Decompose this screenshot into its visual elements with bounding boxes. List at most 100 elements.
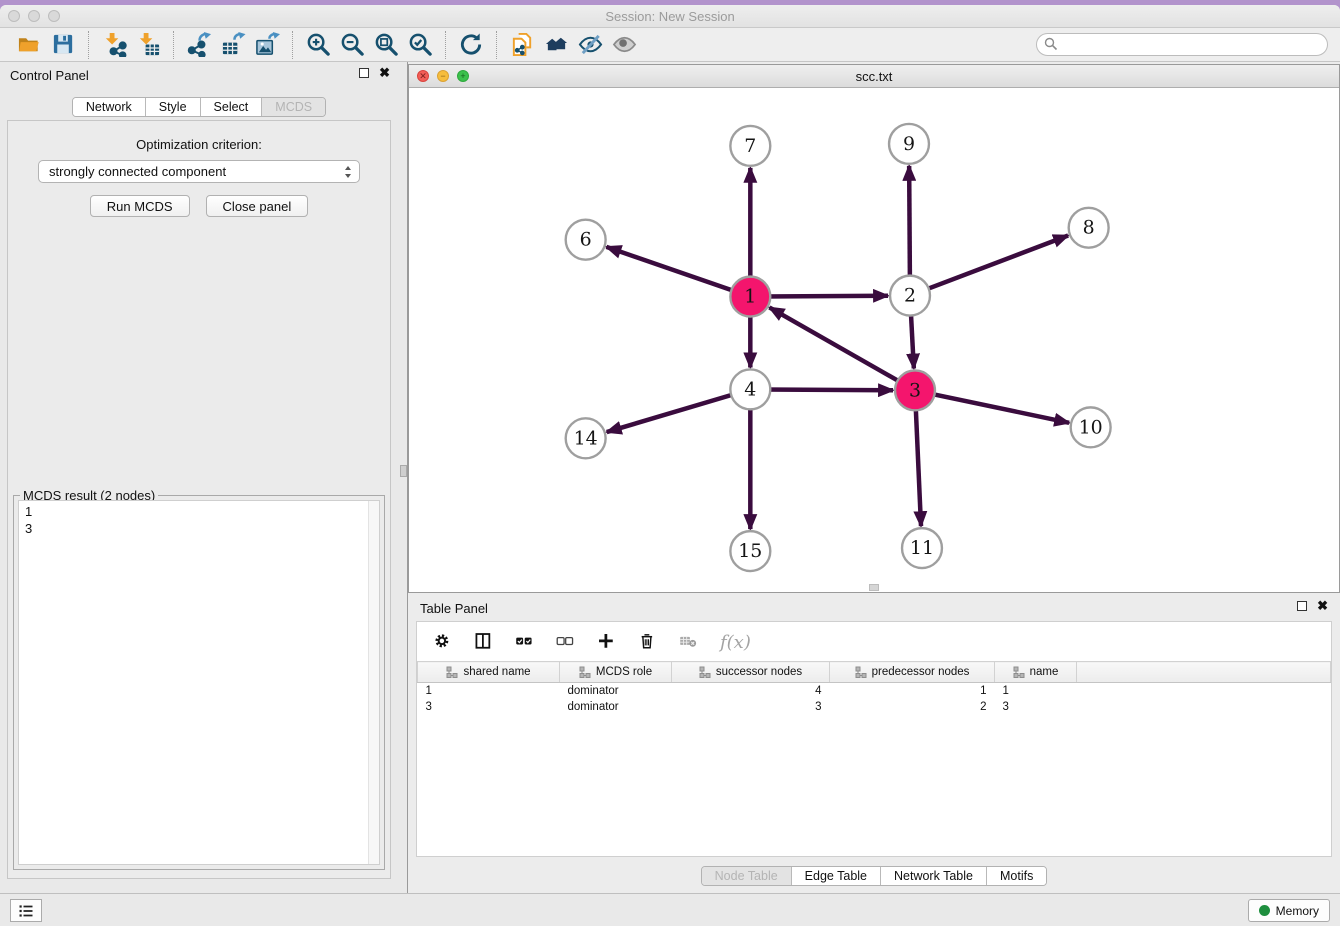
refresh-button[interactable] bbox=[454, 30, 488, 60]
table-cell[interactable]: 3 bbox=[995, 699, 1077, 715]
close-panel-icon[interactable]: ✖ bbox=[379, 68, 390, 78]
node-label-14: 14 bbox=[574, 427, 598, 449]
vertical-splitter[interactable] bbox=[398, 62, 408, 893]
refresh-icon bbox=[459, 32, 484, 57]
show-panel-button[interactable] bbox=[607, 30, 641, 60]
node-9[interactable]: 9 bbox=[889, 124, 929, 164]
splitter-grip[interactable] bbox=[400, 465, 407, 477]
tab-style[interactable]: Style bbox=[145, 98, 200, 116]
table-tab-node-table[interactable]: Node Table bbox=[702, 867, 791, 885]
node-8[interactable]: 8 bbox=[1069, 208, 1109, 248]
search-input[interactable] bbox=[1036, 33, 1328, 56]
table-row[interactable]: 1dominator411 bbox=[418, 683, 1331, 699]
memory-label: Memory bbox=[1276, 904, 1319, 918]
edge-1-6[interactable] bbox=[606, 247, 750, 297]
export-network-button[interactable] bbox=[182, 30, 216, 60]
canvas-scroll-grip[interactable] bbox=[869, 584, 879, 591]
node-1[interactable]: 1 bbox=[730, 277, 770, 317]
node-label-4: 4 bbox=[744, 378, 756, 400]
delete-row-button[interactable] bbox=[638, 632, 659, 653]
table-cell[interactable]: 3 bbox=[418, 699, 560, 715]
edges-layer bbox=[606, 166, 1069, 529]
zoom-out-button[interactable] bbox=[335, 30, 369, 60]
toolbar-separator bbox=[292, 31, 293, 59]
column-header-name[interactable]: name bbox=[995, 662, 1077, 683]
close-panel-button[interactable]: Close panel bbox=[206, 195, 309, 217]
table-container: f(x) shared nameMCDS rolesuccessor nodes… bbox=[416, 621, 1332, 857]
deselect-all-button[interactable] bbox=[556, 632, 577, 653]
import-table-button[interactable] bbox=[131, 30, 165, 60]
table-tab-network-table[interactable]: Network Table bbox=[880, 867, 986, 885]
node-10[interactable]: 10 bbox=[1071, 407, 1111, 447]
node-3[interactable]: 3 bbox=[895, 370, 935, 410]
node-7[interactable]: 7 bbox=[730, 126, 770, 166]
export-table-button[interactable] bbox=[216, 30, 250, 60]
columns-button[interactable] bbox=[474, 632, 495, 653]
edge-3-1[interactable] bbox=[769, 307, 915, 390]
zoom-selected-button[interactable] bbox=[403, 30, 437, 60]
table-tab-motifs[interactable]: Motifs bbox=[986, 867, 1046, 885]
table-row[interactable]: 3dominator323 bbox=[418, 699, 1331, 715]
duplicate-network-button[interactable] bbox=[505, 30, 539, 60]
task-history-button[interactable] bbox=[10, 899, 42, 922]
mcds-result-textarea[interactable]: 1 3 bbox=[18, 500, 380, 865]
zoom-fit-button[interactable] bbox=[369, 30, 403, 60]
app-titlebar: Session: New Session bbox=[0, 5, 1340, 28]
table-cell[interactable]: 1 bbox=[995, 683, 1077, 699]
tab-network[interactable]: Network bbox=[73, 98, 145, 116]
add-row-button[interactable] bbox=[597, 632, 618, 653]
node-4[interactable]: 4 bbox=[730, 369, 770, 409]
duplicate-network-icon bbox=[510, 32, 535, 57]
home-button[interactable] bbox=[539, 30, 573, 60]
node-15[interactable]: 15 bbox=[730, 531, 770, 571]
float-panel-icon[interactable] bbox=[359, 68, 369, 78]
close-table-panel-icon[interactable]: ✖ bbox=[1317, 601, 1328, 611]
run-mcds-button[interactable]: Run MCDS bbox=[90, 195, 190, 217]
table-cell[interactable]: dominator bbox=[560, 683, 672, 699]
edge-4-14[interactable] bbox=[607, 389, 751, 432]
hide-panel-button[interactable] bbox=[573, 30, 607, 60]
export-image-button[interactable] bbox=[250, 30, 284, 60]
table-cell[interactable]: 4 bbox=[672, 683, 830, 699]
table-tab-edge-table[interactable]: Edge Table bbox=[791, 867, 880, 885]
node-2[interactable]: 2 bbox=[890, 276, 930, 316]
float-table-panel-icon[interactable] bbox=[1297, 601, 1307, 611]
tab-mcds[interactable]: MCDS bbox=[261, 98, 325, 116]
table-cell[interactable]: 2 bbox=[830, 699, 995, 715]
network-graph[interactable]: 1 2 3 4 6 7 8 9 10 11 14 15 bbox=[409, 88, 1339, 592]
node-6[interactable]: 6 bbox=[566, 220, 606, 260]
column-header-predecessor-nodes[interactable]: predecessor nodes bbox=[830, 662, 995, 683]
save-session-button[interactable] bbox=[46, 30, 80, 60]
table-cell[interactable]: 1 bbox=[418, 683, 560, 699]
export-image-icon bbox=[255, 32, 280, 57]
function-builder-button[interactable]: f(x) bbox=[720, 632, 751, 653]
column-header-MCDS-role[interactable]: MCDS role bbox=[560, 662, 672, 683]
zoom-in-button[interactable] bbox=[301, 30, 335, 60]
select-all-button[interactable] bbox=[515, 632, 536, 653]
edge-3-10[interactable] bbox=[915, 390, 1069, 422]
node-11[interactable]: 11 bbox=[902, 528, 942, 568]
attribute-icon bbox=[446, 666, 458, 678]
open-file-button[interactable] bbox=[12, 30, 46, 60]
edge-2-8[interactable] bbox=[910, 236, 1068, 296]
toolbar-separator bbox=[496, 31, 497, 59]
table-cell[interactable]: 3 bbox=[672, 699, 830, 715]
table-panel-title: Table Panel bbox=[420, 601, 488, 616]
control-panel: Control Panel ✖ NetworkStyleSelectMCDS O… bbox=[0, 62, 398, 893]
settings-button[interactable] bbox=[433, 632, 454, 653]
table-cell[interactable]: 1 bbox=[830, 683, 995, 699]
column-header-successor-nodes[interactable]: successor nodes bbox=[672, 662, 830, 683]
criterion-select[interactable]: strongly connected component bbox=[38, 160, 360, 183]
edge-4-3[interactable] bbox=[750, 389, 893, 390]
import-network-button[interactable] bbox=[97, 30, 131, 60]
node-14[interactable]: 14 bbox=[566, 418, 606, 458]
tab-select[interactable]: Select bbox=[200, 98, 262, 116]
column-header-shared-name[interactable]: shared name bbox=[418, 662, 560, 683]
network-canvas[interactable]: 1 2 3 4 6 7 8 9 10 11 14 15 bbox=[409, 88, 1339, 592]
table-cell[interactable]: dominator bbox=[560, 699, 672, 715]
control-panel-tabs: NetworkStyleSelectMCDS bbox=[0, 97, 398, 117]
toolbar-separator bbox=[88, 31, 89, 59]
memory-button[interactable]: Memory bbox=[1248, 899, 1330, 922]
result-scrollbar[interactable] bbox=[368, 501, 379, 864]
delete-table-button[interactable] bbox=[679, 632, 700, 653]
